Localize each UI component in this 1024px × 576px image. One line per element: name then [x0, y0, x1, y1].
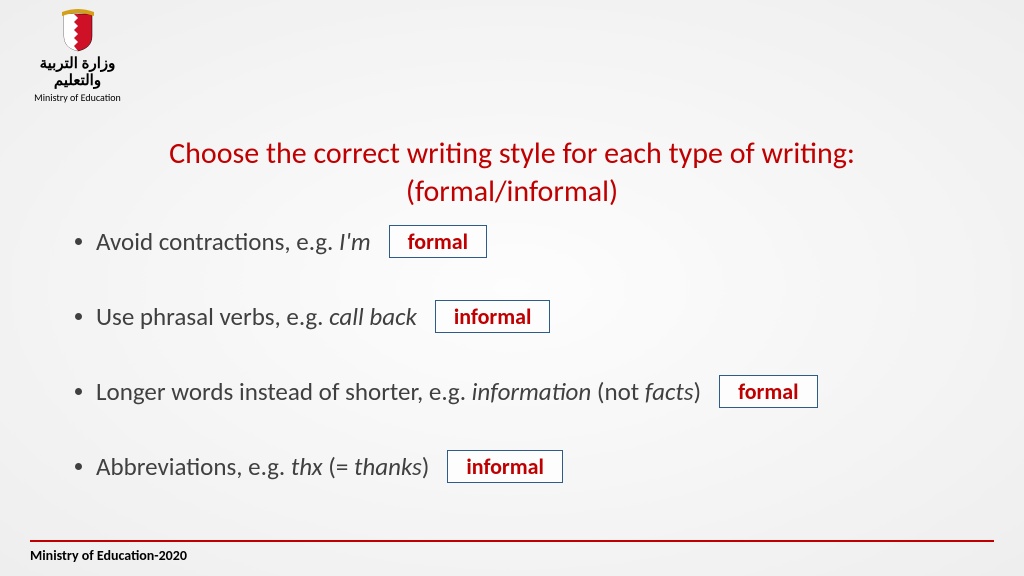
bullet-dot-icon — [75, 238, 82, 245]
bahrain-emblem-icon — [60, 8, 96, 52]
ministry-logo: وزارة التربية والتعليم Ministry of Educa… — [20, 8, 135, 104]
bullet-item: Avoid contractions, e.g. I'm formal — [75, 225, 984, 258]
bullet-list: Avoid contractions, e.g. I'm formal Use … — [75, 225, 984, 525]
bullet-dot-icon — [75, 463, 82, 470]
answer-box: formal — [389, 225, 487, 258]
bullet-item: Longer words instead of shorter, e.g. in… — [75, 375, 984, 408]
answer-box: informal — [435, 300, 551, 333]
title-line2: (formal/informal) — [406, 173, 618, 210]
bullet-text: Use phrasal verbs, e.g. call back — [96, 301, 417, 332]
bullet-text: Abbreviations, e.g. thx (= thanks) — [96, 451, 429, 482]
bullet-text: Avoid contractions, e.g. I'm — [96, 226, 371, 257]
bullet-dot-icon — [75, 388, 82, 395]
slide-title: Choose the correct writing style for eac… — [0, 135, 1024, 210]
answer-box: formal — [719, 375, 817, 408]
bullet-item: Abbreviations, e.g. thx (= thanks) infor… — [75, 450, 984, 483]
answer-box: informal — [447, 450, 563, 483]
footer-divider — [30, 540, 994, 542]
title-line1: Choose the correct writing style for eac… — [169, 135, 855, 172]
bullet-text: Longer words instead of shorter, e.g. in… — [96, 376, 701, 407]
footer-text: Ministry of Education-2020 — [30, 547, 187, 564]
logo-english-text: Ministry of Education — [20, 91, 135, 104]
bullet-item: Use phrasal verbs, e.g. call back inform… — [75, 300, 984, 333]
bullet-dot-icon — [75, 313, 82, 320]
logo-arabic-text: وزارة التربية والتعليم — [20, 56, 135, 89]
